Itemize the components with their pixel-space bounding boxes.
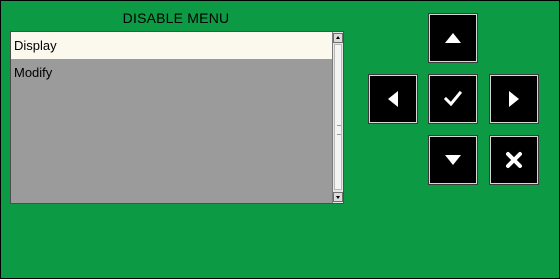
confirm-button[interactable] bbox=[429, 75, 477, 123]
menu-item-display[interactable]: Display bbox=[11, 32, 332, 59]
arrow-up-icon bbox=[445, 33, 461, 43]
menu-scrollbar[interactable] bbox=[332, 32, 343, 203]
menu-item-modify[interactable]: Modify bbox=[11, 59, 332, 86]
menu-title: DISABLE MENU bbox=[122, 10, 230, 26]
scroll-grip-icon bbox=[337, 125, 341, 135]
scroll-thumb[interactable] bbox=[334, 44, 342, 190]
scroll-up-icon bbox=[336, 36, 340, 39]
scroll-down-icon bbox=[336, 196, 340, 199]
menu-list: Display Modify bbox=[11, 32, 332, 203]
right-button[interactable] bbox=[490, 75, 538, 123]
cancel-button[interactable] bbox=[490, 136, 538, 184]
arrow-down-icon bbox=[445, 155, 461, 165]
scroll-up-button[interactable] bbox=[333, 33, 343, 43]
arrow-right-icon bbox=[509, 91, 519, 107]
down-button[interactable] bbox=[429, 136, 477, 184]
arrow-left-icon bbox=[388, 91, 398, 107]
menu-list-panel: Display Modify bbox=[10, 31, 344, 204]
scroll-down-button[interactable] bbox=[333, 192, 343, 202]
close-icon bbox=[506, 152, 522, 168]
up-button[interactable] bbox=[429, 14, 477, 62]
check-icon bbox=[444, 91, 462, 107]
left-button[interactable] bbox=[369, 75, 417, 123]
